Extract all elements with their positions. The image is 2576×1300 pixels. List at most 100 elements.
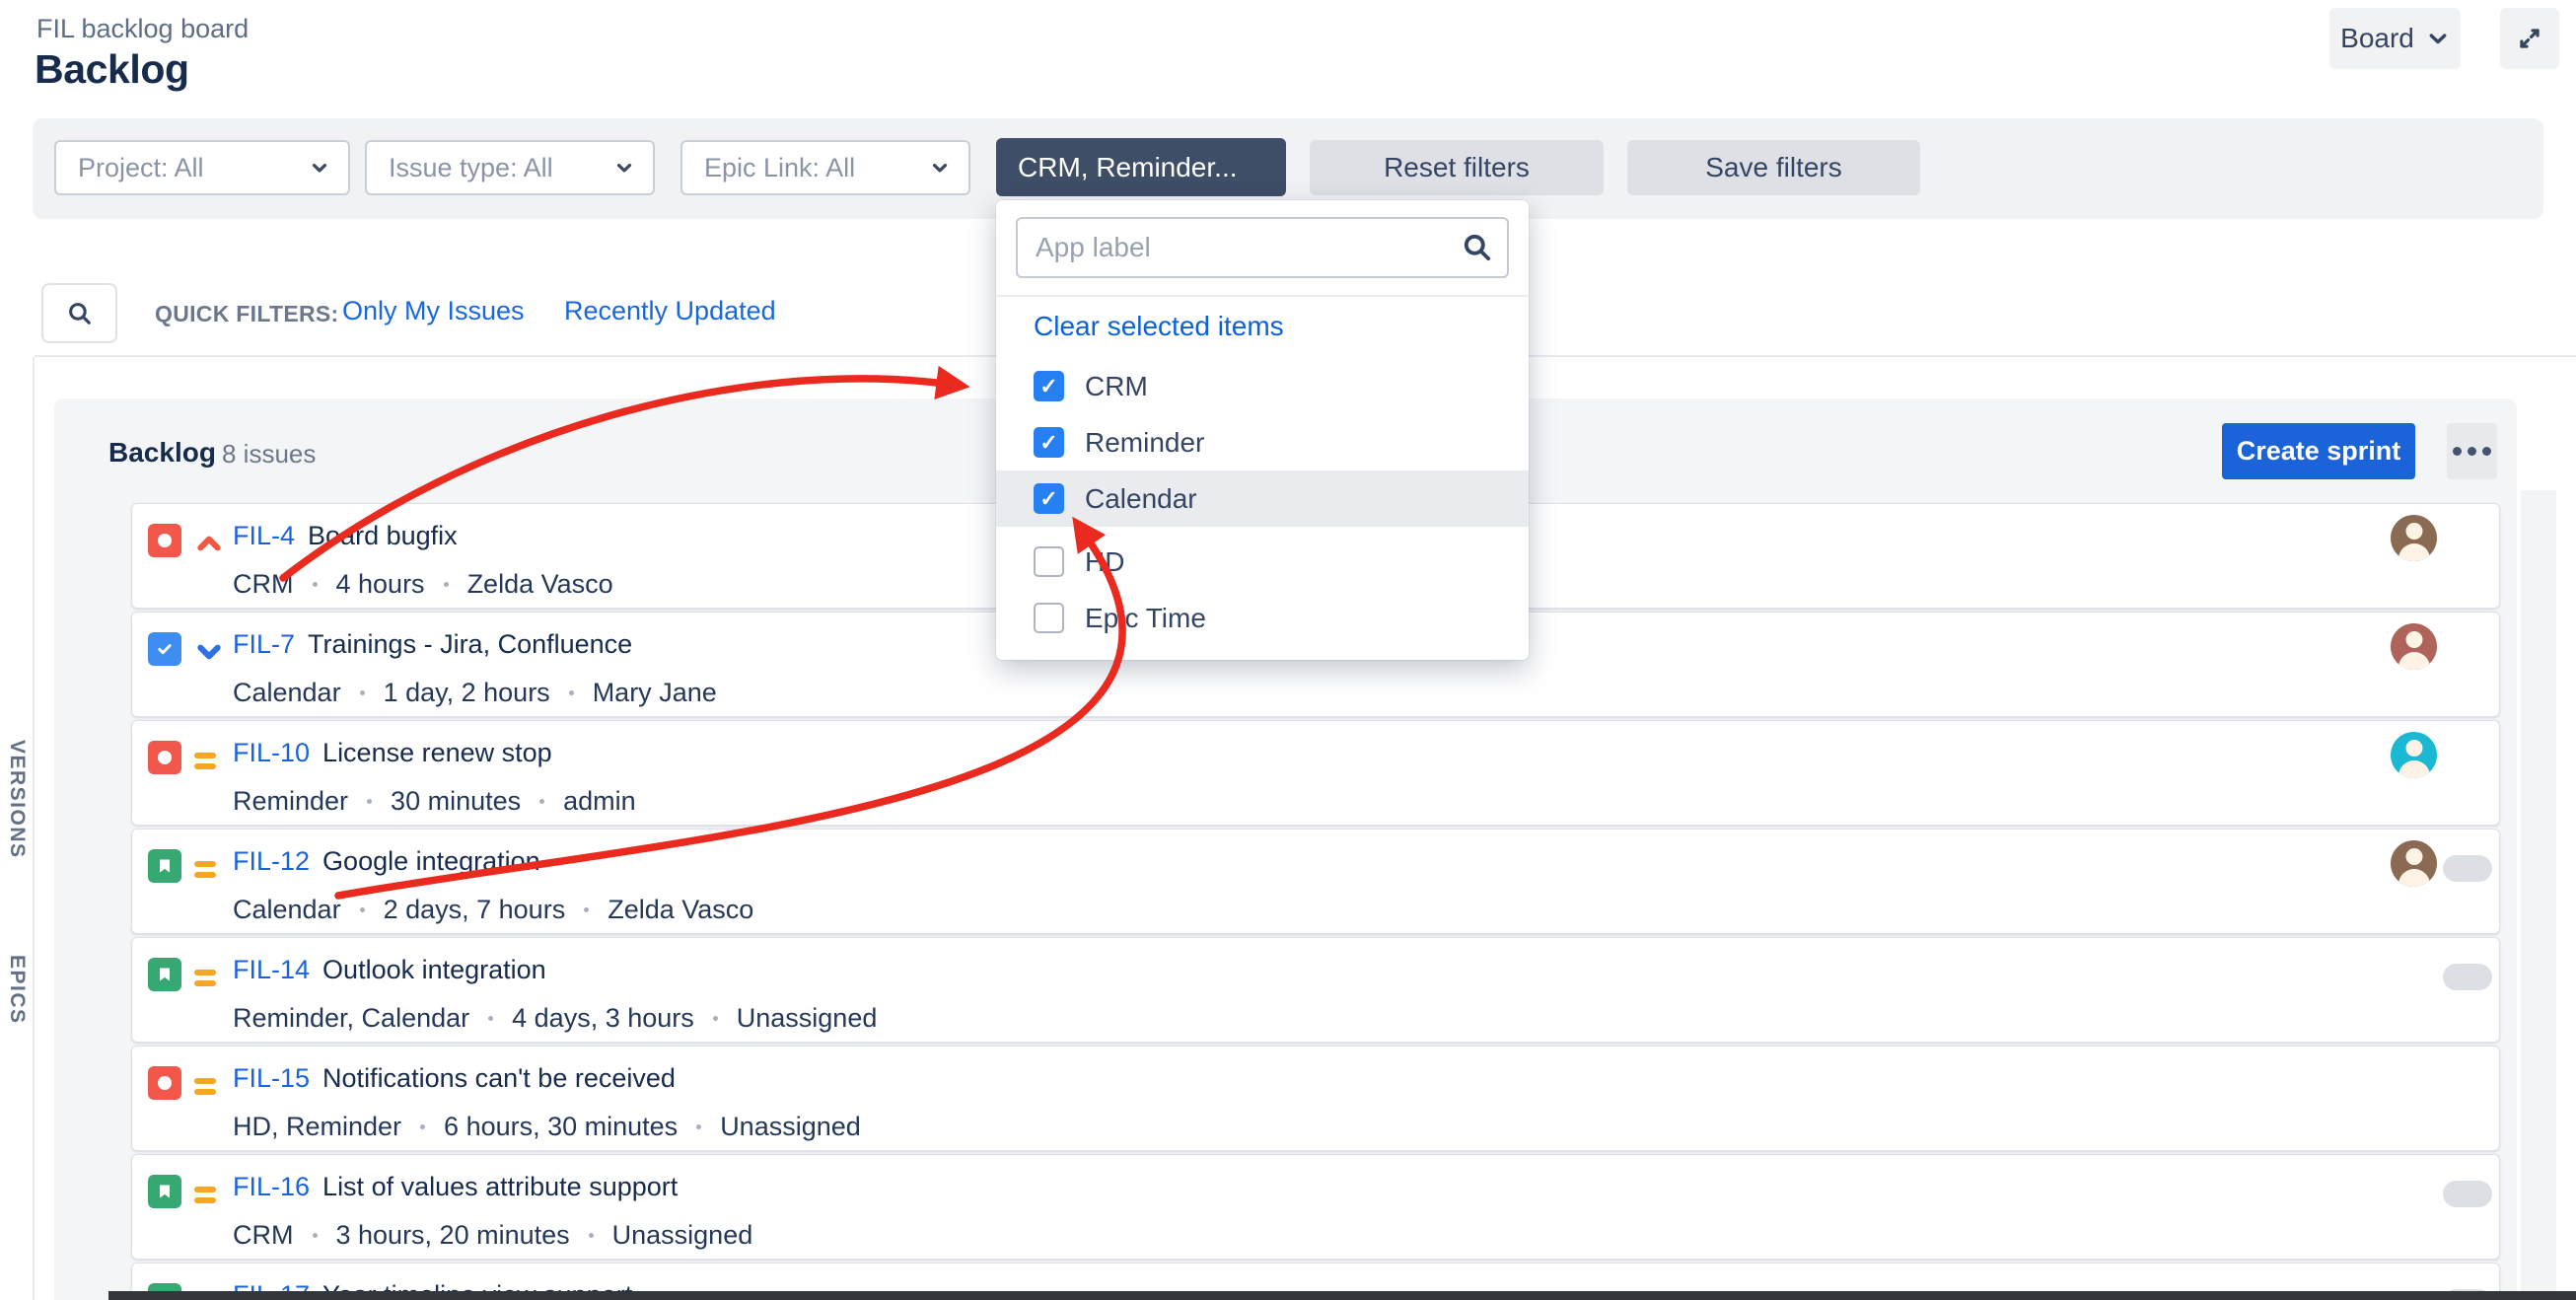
separator-dot [488, 1016, 493, 1021]
checkbox[interactable]: ✓ [1034, 427, 1064, 458]
issue-key-link[interactable]: FIL-16 [233, 1172, 310, 1202]
quick-filter-recently-updated[interactable]: Recently Updated [564, 296, 776, 326]
issue-labels: CRM [233, 1220, 294, 1251]
bug-icon [158, 751, 172, 764]
task-icon [156, 640, 174, 658]
epic-link-select[interactable]: Epic Link: All [680, 140, 970, 195]
clear-selected-items-link[interactable]: Clear selected items [1034, 311, 1284, 342]
priority-low-icon [194, 637, 224, 667]
issue-type-icon [148, 524, 181, 557]
issue-key-link[interactable]: FIL-15 [233, 1063, 310, 1094]
issue-card[interactable]: FIL-14 Outlook integration Reminder, Cale… [131, 937, 2500, 1043]
issue-estimate: 3 hours, 20 minutes [336, 1220, 570, 1251]
save-filters-button[interactable]: Save filters [1627, 140, 1920, 195]
issue-assignee: Mary Jane [593, 678, 717, 708]
sidebar-item-versions[interactable]: VERSIONS [5, 740, 29, 859]
page-title: Backlog [35, 46, 189, 93]
jira-backlog-screen: FIL backlog board Backlog Board Project:… [0, 0, 2576, 1300]
option-label: CRM [1085, 371, 1148, 402]
checkbox[interactable]: ✓ [1034, 546, 1064, 577]
separator-dot [539, 799, 544, 804]
sidebar-item-epics[interactable]: EPICS [5, 955, 29, 1025]
board-menu-button[interactable]: Board [2329, 8, 2461, 69]
bug-icon [158, 1076, 172, 1090]
checkbox[interactable]: ✓ [1034, 371, 1064, 401]
priority-icon [194, 854, 224, 884]
separator-dot [313, 582, 318, 587]
separator-dot [360, 690, 365, 695]
issue-type-icon [148, 958, 181, 991]
issue-title: List of values attribute support [322, 1172, 678, 1202]
assignee-avatar [2391, 840, 2437, 887]
assignee-avatar [2391, 623, 2437, 670]
issue-card[interactable]: FIL-10License renew stop Reminder30 minu… [131, 720, 2500, 826]
priority-medium-icon [194, 963, 224, 986]
issue-type-select[interactable]: Issue type: All [365, 140, 655, 195]
priority-medium-icon [194, 746, 224, 769]
app-label-option-epic-time[interactable]: ✓ Epic Time [996, 590, 1529, 646]
chevron-down-icon [613, 157, 635, 179]
search-button[interactable] [41, 283, 117, 343]
issue-assignee: Zelda Vasco [608, 895, 753, 925]
issue-card[interactable]: FIL-12Google integration Calendar2 days,… [131, 829, 2500, 934]
issue-key-link[interactable]: FIL-14 [233, 955, 310, 985]
more-icon [2453, 447, 2462, 456]
issue-assignee: Zelda Vasco [467, 569, 613, 600]
app-label-filter-button[interactable]: CRM, Reminder... [996, 138, 1286, 196]
separator-dot [444, 582, 449, 587]
breadcrumb[interactable]: FIL backlog board [36, 14, 249, 44]
checkbox[interactable]: ✓ [1034, 603, 1064, 633]
chevron-down-icon [309, 157, 330, 179]
option-label: Reminder [1085, 427, 1204, 459]
issue-card[interactable]: FIL-15Notifications can't be received HD… [131, 1046, 2500, 1151]
issue-key-link[interactable]: FIL-12 [233, 846, 310, 877]
app-label-option-reminder[interactable]: ✓ Reminder [996, 414, 1529, 470]
issue-title: Board bugfix [308, 521, 458, 551]
priority-icon [194, 637, 224, 667]
bug-icon [158, 534, 172, 547]
issue-labels: Reminder, Calendar [233, 1003, 469, 1034]
option-label: Calendar [1085, 483, 1197, 515]
create-sprint-button[interactable]: Create sprint [2222, 423, 2415, 479]
issue-key-link[interactable]: FIL-10 [233, 738, 310, 768]
check-icon: ✓ [1039, 376, 1057, 397]
reset-filters-button[interactable]: Reset filters [1310, 140, 1604, 195]
estimate-pill[interactable] [2443, 1181, 2492, 1207]
project-select[interactable]: Project: All [54, 140, 350, 195]
search-icon [66, 300, 94, 327]
issue-type-icon [148, 632, 181, 666]
app-label-option-crm[interactable]: ✓ CRM [996, 358, 1529, 414]
issue-assignee: admin [563, 786, 636, 817]
issue-key-link[interactable]: FIL-4 [233, 521, 295, 551]
chevron-down-icon [2426, 27, 2450, 50]
issue-card[interactable]: FIL-16 List of values attribute support C… [131, 1154, 2500, 1260]
estimate-pill[interactable] [2443, 855, 2492, 882]
story-icon [157, 857, 173, 875]
issue-labels: Calendar [233, 678, 341, 708]
scrollbar-track[interactable] [2521, 490, 2556, 1300]
board-menu-label: Board [2340, 23, 2414, 54]
expand-icon[interactable] [2500, 8, 2559, 69]
app-label-option-calendar[interactable]: ✓ Calendar [996, 470, 1529, 527]
separator-dot [367, 799, 372, 804]
checkbox[interactable]: ✓ [1034, 483, 1064, 514]
app-label-search-input[interactable] [1016, 217, 1509, 278]
separator-dot [420, 1124, 425, 1129]
issue-key-link[interactable]: FIL-7 [233, 629, 295, 660]
issue-meta: Reminder, Calendar4 days, 3 hoursUnassig… [233, 1003, 877, 1034]
quick-filter-only-my-issues[interactable]: Only My Issues [342, 296, 525, 326]
priority-icon [194, 529, 224, 558]
quick-filters-label: QUICK FILTERS: [155, 301, 338, 327]
issue-title: Outlook integration [322, 955, 546, 985]
app-label-option-hd[interactable]: ✓ HD [996, 534, 1529, 590]
issue-estimate: 30 minutes [391, 786, 521, 817]
more-actions-button[interactable] [2447, 423, 2497, 479]
assignee-avatar [2391, 732, 2437, 778]
issue-estimate: 4 days, 3 hours [512, 1003, 694, 1034]
backlog-section-title: Backlog [108, 437, 216, 469]
estimate-pill[interactable] [2443, 964, 2492, 990]
priority-medium-icon [194, 1071, 224, 1095]
issue-labels: HD, Reminder [233, 1112, 401, 1142]
story-icon [157, 966, 173, 983]
issue-meta: Calendar2 days, 7 hoursZelda Vasco [233, 895, 753, 925]
